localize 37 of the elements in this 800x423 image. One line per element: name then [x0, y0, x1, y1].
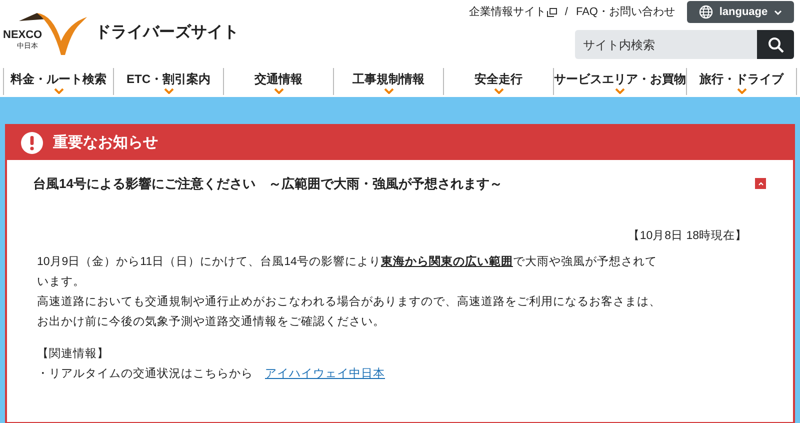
chevron-up-icon [758, 182, 764, 186]
timestamp: 【10月8日 18時現在】 [628, 230, 747, 242]
search-icon [768, 36, 784, 52]
chevron-down-icon [774, 10, 782, 14]
related-link[interactable]: アイハイウェイ中日本 [265, 364, 385, 384]
search-field[interactable]: サイト内検索 [575, 30, 757, 59]
collapse-toggle[interactable] [755, 178, 766, 190]
logo-brand: NEXCO [3, 30, 42, 41]
notice-heading: 重要なお知らせ [53, 132, 158, 153]
notice-paragraph: 高速道路においても交通規制や通行止めがおこなわれる場合がありますので、高速道路をご利用になるお客さまは、お出かけ前に今後の気象予測や道路交通情報をご確認ください。 [37, 294, 662, 330]
site-title: ドライバーズサイト [95, 22, 239, 43]
nav-item[interactable]: 交通情報 [223, 68, 333, 95]
header-link[interactable]: 企業情報サイト [468, 4, 557, 20]
chevron-down-icon [494, 88, 504, 94]
nav-item[interactable]: ETC・割引案内 [113, 68, 223, 95]
header-link[interactable]: FAQ・お問い合わせ [576, 4, 675, 20]
chevron-down-icon [615, 88, 625, 94]
language-button[interactable]: language [687, 1, 794, 23]
nav-item[interactable]: 安全走行 [443, 68, 553, 95]
nav-item[interactable]: サービスエリア・お買物 [553, 68, 686, 95]
notice-title: 台風14号による影響にご注意ください ～広範囲で大雨・強風が予想されます～ [33, 175, 502, 193]
exclamation-icon [21, 132, 43, 154]
chevron-down-icon [274, 88, 284, 94]
external-link-icon [546, 8, 557, 16]
chevron-down-icon [384, 88, 394, 94]
search-button[interactable] [757, 30, 794, 59]
chevron-down-icon [736, 88, 746, 94]
nav-item[interactable]: 工事規制情報 [333, 68, 443, 95]
globe-icon [699, 5, 713, 19]
related-heading: 【関連情報】 [37, 346, 109, 362]
chevron-down-icon [54, 88, 64, 94]
notice-paragraph: 10月9日（金）から11日（日）にかけて、台風14号の影響により東海から関東の広い範囲で大雨や強風が予想されています。 [37, 254, 658, 290]
nav-item[interactable]: 旅行・ドライブ [686, 68, 797, 95]
related-text: ・リアルタイムの交通状況はこちらから [37, 366, 253, 382]
nav-item[interactable]: 料金・ルート検索 [3, 68, 113, 95]
separator: / [564, 4, 568, 20]
chevron-down-icon [164, 88, 174, 94]
